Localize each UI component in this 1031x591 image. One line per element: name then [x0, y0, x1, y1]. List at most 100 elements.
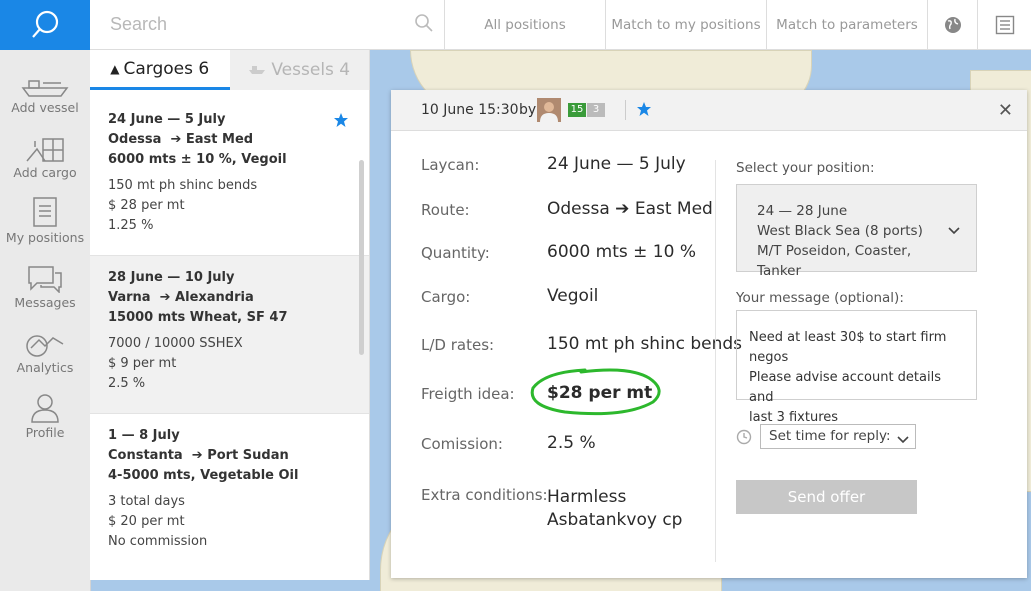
value-commission: 2.5 %: [547, 433, 596, 453]
value-route: Odessa ➔ East Med: [547, 199, 713, 219]
search-input[interactable]: [108, 13, 412, 36]
filter-all-positions[interactable]: All positions: [445, 0, 606, 50]
nav-label: Messages: [14, 295, 76, 310]
divider: [625, 100, 626, 120]
card-cargo: 4-5000 mts, Vegetable Oil: [108, 468, 299, 483]
triangle-up-icon: ▲: [110, 61, 120, 76]
value-extra-2: Asbatankvoy cp: [547, 510, 683, 530]
position-select[interactable]: 24 — 28 June West Black Sea (8 ports) M/…: [736, 184, 977, 279]
dialog-date: 10 June 15:30: [421, 102, 519, 118]
position-line-1: 24 — 28 June: [757, 203, 848, 219]
nav-analytics[interactable]: Analytics: [0, 324, 90, 375]
list-tabs: ▲ Cargoes 6 Vessels 4: [90, 50, 369, 90]
star-icon[interactable]: [333, 112, 349, 135]
top-bar: All positions Match to my positions Matc…: [90, 0, 1031, 50]
card-ld: 3 total days: [108, 494, 185, 509]
position-line-3: M/T Poseidon, Coaster, Tanker: [757, 243, 912, 279]
card-dates: 24 June — 5 July: [108, 112, 226, 127]
message-label: Your message (optional):: [736, 290, 904, 306]
tab-vessels[interactable]: Vessels 4: [230, 50, 370, 90]
nav-label: Analytics: [16, 360, 74, 375]
star-icon[interactable]: [636, 101, 652, 121]
rating-badge-positive: 15: [568, 103, 586, 117]
filter-match-parameters[interactable]: Match to parameters: [767, 0, 928, 50]
message-line-1: Need at least 30$ to start firm negos: [749, 330, 947, 365]
ship-icon: [21, 64, 69, 98]
cargo-icon: [25, 129, 65, 163]
chevron-down-icon: [948, 221, 960, 241]
value-ld-rates: 150 mt ph shinc bends: [547, 334, 743, 354]
cargo-card[interactable]: 1 — 8 July Constanta ➔ Port Sudan 4-5000…: [90, 414, 369, 556]
nav-label: Add vessel: [11, 100, 79, 115]
card-route: Varna ➔ Alexandria: [108, 290, 254, 305]
chevron-down-icon: [897, 432, 909, 448]
profile-icon: [30, 389, 60, 423]
globe-icon[interactable]: [928, 0, 978, 50]
card-ld: 150 mt ph shinc bends: [108, 178, 258, 193]
card-dates: 28 June — 10 July: [108, 270, 235, 285]
ship-icon: [248, 60, 266, 80]
dialog-header: 10 June 15:30 by 15 3 ✕: [391, 90, 1027, 131]
select-position-label: Select your position:: [736, 160, 875, 176]
reply-time-select[interactable]: Set time for reply:: [760, 424, 916, 449]
analytics-icon: [25, 324, 65, 358]
card-commission: 1.25 %: [108, 218, 154, 233]
label-route: Route:: [421, 201, 470, 219]
rating-badge-neutral: 3: [587, 103, 605, 117]
nav-profile[interactable]: Profile: [0, 389, 90, 440]
messages-icon: [27, 259, 63, 293]
card-freight: $ 20 per mt: [108, 514, 185, 529]
card-dates: 1 — 8 July: [108, 428, 180, 443]
cargo-card[interactable]: 24 June — 5 July Odessa ➔ East Med 6000 …: [90, 90, 369, 256]
dialog-by: by: [519, 102, 537, 118]
nav-messages[interactable]: Messages: [0, 259, 90, 310]
logo-search-icon[interactable]: [0, 0, 90, 50]
value-extra-1: Harmless: [547, 487, 627, 507]
send-offer-button[interactable]: Send offer: [736, 480, 917, 514]
tab-vessels-label: Vessels 4: [271, 60, 351, 80]
card-cargo: 6000 mts ± 10 %, Vegoil: [108, 152, 287, 167]
clock-icon: [736, 429, 752, 449]
label-quantity: Quantity:: [421, 244, 490, 262]
filter-match-my-positions[interactable]: Match to my positions: [606, 0, 767, 50]
card-freight: $ 28 per mt: [108, 198, 185, 213]
cargo-list-panel: ▲ Cargoes 6 Vessels 4 24 June — 5 July O…: [90, 50, 370, 580]
position-line-2: West Black Sea (8 ports): [757, 223, 923, 239]
offer-dialog: 10 June 15:30 by 15 3 ✕ Laycan: 24 June …: [391, 90, 1027, 578]
message-textarea[interactable]: Need at least 30$ to start firm negos Pl…: [736, 310, 977, 425]
label-extra: Extra conditions:: [421, 486, 548, 504]
tab-cargoes-label: Cargoes 6: [123, 58, 210, 79]
left-navigation: Add vessel Add cargo My positions Messag…: [0, 0, 91, 591]
scrollbar[interactable]: [359, 160, 364, 355]
cargo-card[interactable]: 28 June — 10 July Varna ➔ Alexandria 150…: [90, 256, 369, 414]
card-route: Odessa ➔ East Med: [108, 132, 254, 147]
card-route: Constanta ➔ Port Sudan: [108, 448, 289, 463]
value-quantity: 6000 mts ± 10 %: [547, 242, 696, 262]
nav-add-cargo[interactable]: Add cargo: [0, 129, 90, 180]
document-icon: [32, 194, 58, 228]
label-freight: Freigth idea:: [421, 385, 515, 403]
card-commission: No commission: [108, 534, 208, 549]
label-ld-rates: L/D rates:: [421, 336, 495, 354]
label-laycan: Laycan:: [421, 156, 480, 174]
message-line-2: Please advise account details and: [749, 370, 941, 405]
close-icon[interactable]: ✕: [998, 100, 1013, 121]
reply-time-label: Set time for reply:: [769, 428, 891, 444]
nav-add-vessel[interactable]: Add vessel: [0, 64, 90, 115]
tab-cargoes[interactable]: ▲ Cargoes 6: [90, 50, 230, 90]
value-laycan: 24 June — 5 July: [547, 154, 686, 174]
divider: [715, 160, 716, 562]
label-cargo: Cargo:: [421, 288, 471, 306]
nav-my-positions[interactable]: My positions: [0, 194, 90, 245]
card-commission: 2.5 %: [108, 376, 146, 391]
card-freight: $ 9 per mt: [108, 356, 177, 371]
avatar[interactable]: [537, 98, 561, 122]
nav-label: Add cargo: [13, 165, 77, 180]
search-box: [90, 0, 445, 50]
list-view-icon[interactable]: [978, 0, 1031, 50]
nav-label: My positions: [5, 230, 85, 245]
card-cargo: 15000 mts Wheat, SF 47: [108, 310, 288, 325]
search-icon[interactable]: [414, 13, 434, 37]
card-ld: 7000 / 10000 SSHEX: [108, 336, 243, 351]
label-commission: Comission:: [421, 435, 503, 453]
